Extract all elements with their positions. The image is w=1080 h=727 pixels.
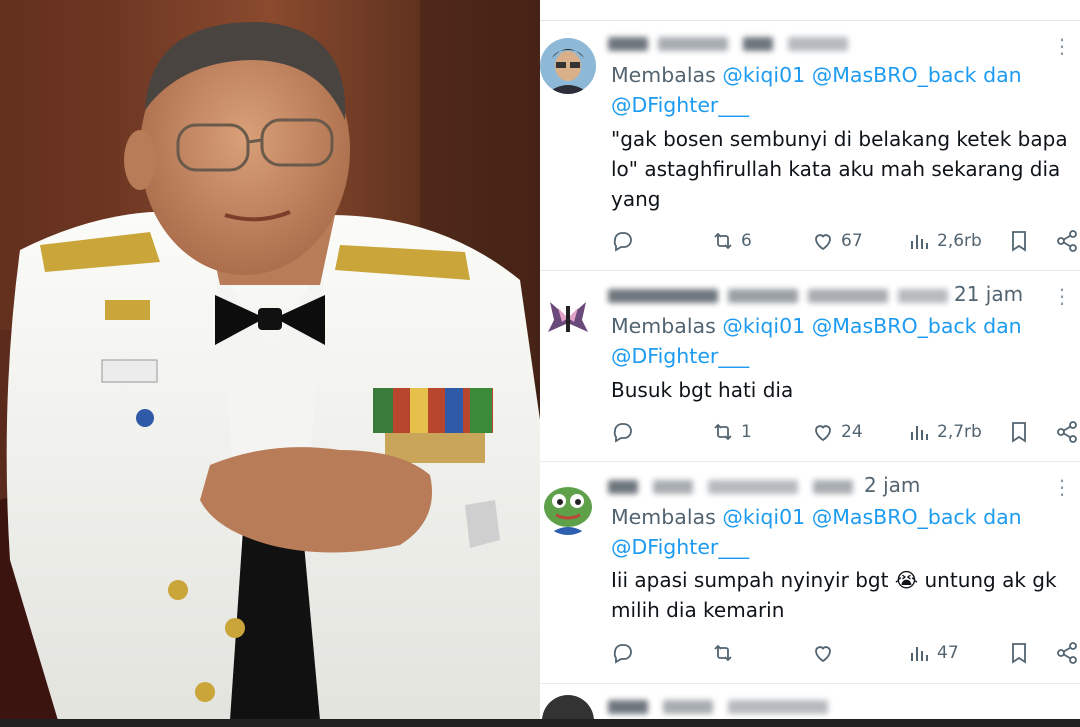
retweet-count: 6 [741,231,752,251]
retweet-icon [714,232,732,250]
avatar-image [540,38,596,94]
bookmark-icon [1012,422,1026,443]
avatar[interactable] [540,288,596,344]
tweet-item[interactable]: ⋮ Membalas @kiqi01 @MasBRO_back dan @DFi… [540,20,1080,271]
reply-icon [613,644,632,664]
share-button[interactable] [1055,226,1079,256]
tweet-item[interactable]: 21 jam ⋮ Membalas @kiqi01 @MasBRO_back d… [540,270,1080,462]
like-button[interactable] [811,638,841,668]
like-count: 24 [841,422,863,442]
like-button[interactable]: 24 [811,417,863,447]
reply-button[interactable] [611,638,641,668]
tweet-text: Busuk bgt hati dia [611,378,794,402]
views-count: 47 [937,643,959,663]
reply-feed: ⋮ Membalas @kiqi01 @MasBRO_back dan @DFi… [540,0,1080,727]
avatar-image [540,479,596,535]
views-count: 2,6rb [937,231,982,251]
bookmark-button[interactable] [1007,638,1031,668]
author-name-blurred[interactable] [608,477,858,497]
reply-context: Membalas @kiqi01 @MasBRO_back dan @DFigh… [611,502,1071,562]
bookmark-icon [1012,643,1026,664]
reply-prefix: Membalas [611,505,716,529]
tweet-actions: 47 [611,638,1080,668]
avatar[interactable] [540,479,596,535]
like-count: 67 [841,231,863,251]
views-icon [911,426,928,440]
reply-context: Membalas @kiqi01 @MasBRO_back dan @DFigh… [611,311,1071,371]
views-icon [911,647,928,661]
heart-icon [815,425,831,442]
views-icon [911,235,928,249]
reply-context: Membalas @kiqi01 @MasBRO_back dan @DFigh… [611,60,1071,120]
reply-icon [613,232,632,252]
retweet-count: 1 [741,422,752,442]
share-button[interactable] [1055,638,1079,668]
tweet-text: Iii apasi sumpah nyinyir bgt 😭 untung ak… [611,568,1057,622]
tweet-text: "gak bosen sembunyi di belakang ketek ba… [611,127,1068,211]
tweet-time[interactable]: 2 jam [864,473,920,497]
author-name-blurred[interactable] [608,286,953,306]
reply-prefix: Membalas [611,63,716,87]
top-divider [540,0,1080,21]
share-button[interactable] [1055,417,1079,447]
retweet-icon [714,644,732,662]
retweet-button[interactable]: 6 [711,226,752,256]
tweet-actions: 6 67 2,6rb [611,226,1080,256]
retweet-button[interactable] [711,638,741,668]
tweet-actions: 1 24 2,7rb [611,417,1080,447]
reply-icon [613,423,632,443]
retweet-icon [714,423,732,441]
share-icon [1057,642,1077,664]
bookmark-icon [1012,231,1026,252]
bottom-edge [0,719,1080,727]
reply-button[interactable] [611,226,641,256]
portrait-photo [0,0,540,727]
views-button[interactable]: 2,6rb [907,226,982,256]
more-icon[interactable]: ⋮ [1052,284,1072,308]
tweet-time[interactable]: 21 jam [954,282,1023,306]
retweet-button[interactable]: 1 [711,417,752,447]
author-name-blurred[interactable] [608,697,848,717]
heart-icon [815,646,831,663]
more-icon[interactable]: ⋮ [1052,475,1072,499]
tweet-item[interactable]: 2 jam ⋮ Membalas @kiqi01 @MasBRO_back da… [540,461,1080,684]
views-button[interactable]: 47 [907,638,959,668]
share-icon [1057,421,1077,443]
reply-button[interactable] [611,417,641,447]
views-count: 2,7rb [937,422,982,442]
avatar[interactable] [540,38,596,94]
reply-prefix: Membalas [611,314,716,338]
views-button[interactable]: 2,7rb [907,417,982,447]
more-icon[interactable]: ⋮ [1052,34,1072,58]
like-button[interactable]: 67 [811,226,863,256]
author-name-blurred[interactable] [608,34,868,54]
share-icon [1057,230,1077,252]
heart-icon [815,234,831,251]
avatar-image [540,288,596,344]
bookmark-button[interactable] [1007,226,1031,256]
bookmark-button[interactable] [1007,417,1031,447]
photo-panel [0,0,540,727]
